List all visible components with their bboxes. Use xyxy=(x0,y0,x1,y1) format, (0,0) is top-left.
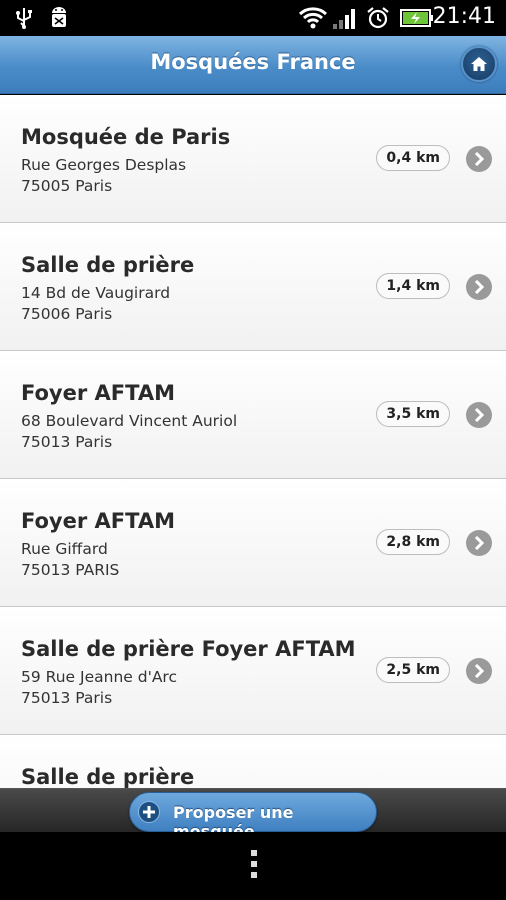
mosque-street: 68 Boulevard Vincent Auriol xyxy=(21,412,238,430)
mosque-name: Mosquée de Paris xyxy=(21,125,231,149)
distance-badge: 1,4 km xyxy=(376,273,450,299)
plus-icon xyxy=(138,801,160,823)
distance-badge: 2,5 km xyxy=(376,657,450,683)
home-button[interactable] xyxy=(461,46,497,82)
mosque-name: Salle de prière xyxy=(21,765,195,788)
mosque-name: Foyer AFTAM xyxy=(21,509,175,533)
app-header: Mosquées France xyxy=(0,36,506,94)
mosque-street: Rue Georges Desplas xyxy=(21,156,187,174)
list-item[interactable]: Salle de prière 14 Bd de Vaugirard 75006… xyxy=(0,223,506,351)
android-debug-icon xyxy=(48,6,70,34)
wifi-icon xyxy=(298,6,328,34)
status-bar: 21:41 xyxy=(0,0,506,36)
list-item[interactable]: Foyer AFTAM 68 Boulevard Vincent Auriol … xyxy=(0,351,506,479)
list-item[interactable]: Salle de prière xyxy=(0,735,506,788)
mosque-city: 75005 Paris xyxy=(21,177,113,195)
chevron-right-icon[interactable] xyxy=(466,274,492,300)
footer-toolbar: Proposer une mosquée xyxy=(0,788,506,841)
list-item[interactable]: Salle de prière Foyer AFTAM 59 Rue Jeann… xyxy=(0,607,506,735)
chevron-right-icon[interactable] xyxy=(466,658,492,684)
usb-icon xyxy=(14,6,34,34)
mosque-name: Foyer AFTAM xyxy=(21,381,175,405)
distance-badge: 2,8 km xyxy=(376,529,450,555)
mosque-city: 75013 Paris xyxy=(21,433,113,451)
distance-badge: 3,5 km xyxy=(376,401,450,427)
chevron-right-icon[interactable] xyxy=(466,530,492,556)
list-item[interactable]: Foyer AFTAM Rue Giffard 75013 PARIS 2,8 … xyxy=(0,479,506,607)
chevron-right-icon[interactable] xyxy=(466,402,492,428)
mosque-street: 59 Rue Jeanne d'Arc xyxy=(21,668,177,686)
mosque-street: 14 Bd de Vaugirard xyxy=(21,284,171,302)
chevron-right-icon[interactable] xyxy=(466,146,492,172)
page-title: Mosquées France xyxy=(150,50,356,74)
overflow-menu-icon[interactable] xyxy=(250,850,258,882)
home-icon xyxy=(471,57,487,71)
signal-icon xyxy=(332,6,358,34)
mosque-city: 75006 Paris xyxy=(21,305,113,323)
mosque-name: Salle de prière xyxy=(21,253,195,277)
alarm-icon xyxy=(366,6,390,34)
mosque-street: Rue Giffard xyxy=(21,540,108,558)
list-item[interactable]: Mosquée de Paris Rue Georges Desplas 750… xyxy=(0,95,506,223)
propose-mosque-button[interactable]: Proposer une mosquée xyxy=(129,792,377,841)
mosque-city: 75013 PARIS xyxy=(21,561,120,579)
mosque-city: 75013 Paris xyxy=(21,689,113,707)
distance-badge: 0,4 km xyxy=(376,145,450,171)
mosque-name: Salle de prière Foyer AFTAM xyxy=(21,637,356,661)
system-nav-bar xyxy=(0,832,506,900)
clock: 21:41 xyxy=(432,4,496,29)
battery-charging-icon xyxy=(400,6,434,34)
mosque-list: Mosquée de Paris Rue Georges Desplas 750… xyxy=(0,95,506,788)
